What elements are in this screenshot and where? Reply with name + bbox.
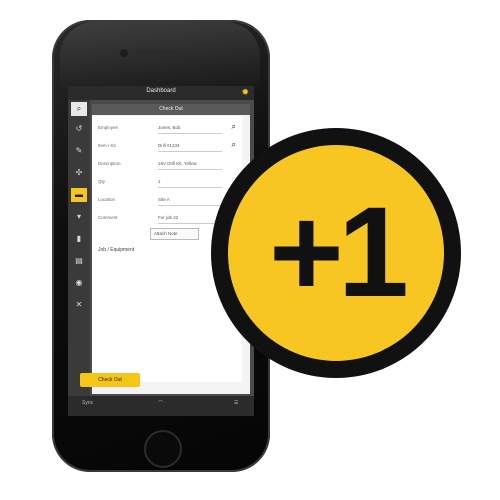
bottom-toolbar: Sync ⌒ ☰ bbox=[68, 396, 254, 416]
home-button[interactable] bbox=[144, 430, 182, 468]
field-underline bbox=[158, 187, 222, 188]
plus-icon[interactable]: ✣ bbox=[71, 166, 87, 180]
tag-icon[interactable]: ▾ bbox=[71, 210, 87, 224]
field-label: Employee bbox=[98, 125, 119, 130]
search-icon[interactable]: ⌕ bbox=[232, 122, 236, 132]
app-title: Dashboard bbox=[146, 88, 176, 94]
field-value[interactable]: Jones, Bob bbox=[158, 125, 181, 130]
list-icon[interactable]: ▤ bbox=[71, 254, 87, 268]
field-label: Description bbox=[98, 161, 121, 166]
field-value[interactable]: 18V Drill Kit, Yellow bbox=[158, 161, 197, 166]
field-underline bbox=[158, 133, 222, 134]
form-row-employee[interactable]: Employee Jones, Bob ⌕ bbox=[98, 122, 236, 134]
form-row-description[interactable]: Description 18V Drill Kit, Yellow bbox=[98, 158, 236, 170]
refresh-icon[interactable]: ↺ bbox=[71, 122, 87, 136]
sync-button[interactable]: Sync bbox=[82, 400, 93, 406]
field-underline bbox=[158, 151, 222, 152]
settings-gear-icon[interactable]: ✹ bbox=[241, 87, 249, 97]
earpiece-speaker bbox=[136, 50, 182, 56]
field-label: Comment bbox=[98, 215, 118, 220]
sidebar: ⌕ ↺ ✎ ✣ ▬ ▾ ▮ ▤ ◉ ✕ bbox=[68, 100, 90, 396]
front-camera bbox=[120, 49, 128, 57]
pencil-icon[interactable]: ✎ bbox=[71, 144, 87, 158]
field-label: Item / Kit bbox=[98, 143, 116, 148]
form-row-location[interactable]: Location Site A bbox=[98, 194, 236, 206]
checkout-button[interactable]: Check Out bbox=[80, 373, 140, 387]
field-underline bbox=[158, 169, 222, 170]
tools-icon[interactable]: ✕ bbox=[71, 298, 87, 312]
search-icon[interactable]: ⌕ bbox=[71, 102, 87, 116]
field-label: Qty bbox=[98, 179, 106, 184]
attach-note-button[interactable]: Attach Note bbox=[150, 228, 199, 240]
person-icon[interactable]: ◉ bbox=[71, 276, 87, 290]
document-icon[interactable]: ▮ bbox=[71, 232, 87, 246]
field-label: Location bbox=[98, 197, 116, 202]
plus-one-badge-text: +1 bbox=[269, 181, 409, 324]
field-value[interactable]: Site A bbox=[158, 197, 170, 202]
section-label: Job / Equipment bbox=[98, 247, 135, 253]
field-underline bbox=[158, 223, 222, 224]
menu-icon[interactable]: ☰ bbox=[234, 400, 238, 406]
field-value[interactable]: Drill #1234 bbox=[158, 143, 180, 148]
app-topbar: Dashboard ✹ bbox=[68, 86, 254, 100]
panel-title: Check Out bbox=[92, 104, 250, 115]
refresh-icon[interactable]: ⌒ bbox=[158, 400, 163, 407]
field-value[interactable]: For job 42 bbox=[158, 215, 178, 220]
form-row-item[interactable]: Item / Kit Drill #1234 ⌕ bbox=[98, 140, 236, 152]
box-icon[interactable]: ▬ bbox=[71, 188, 87, 202]
form-row-qty[interactable]: Qty 1 ◌ bbox=[98, 176, 236, 188]
field-underline bbox=[158, 205, 222, 206]
field-value[interactable]: 1 bbox=[158, 179, 161, 184]
phone-glare bbox=[60, 22, 260, 92]
